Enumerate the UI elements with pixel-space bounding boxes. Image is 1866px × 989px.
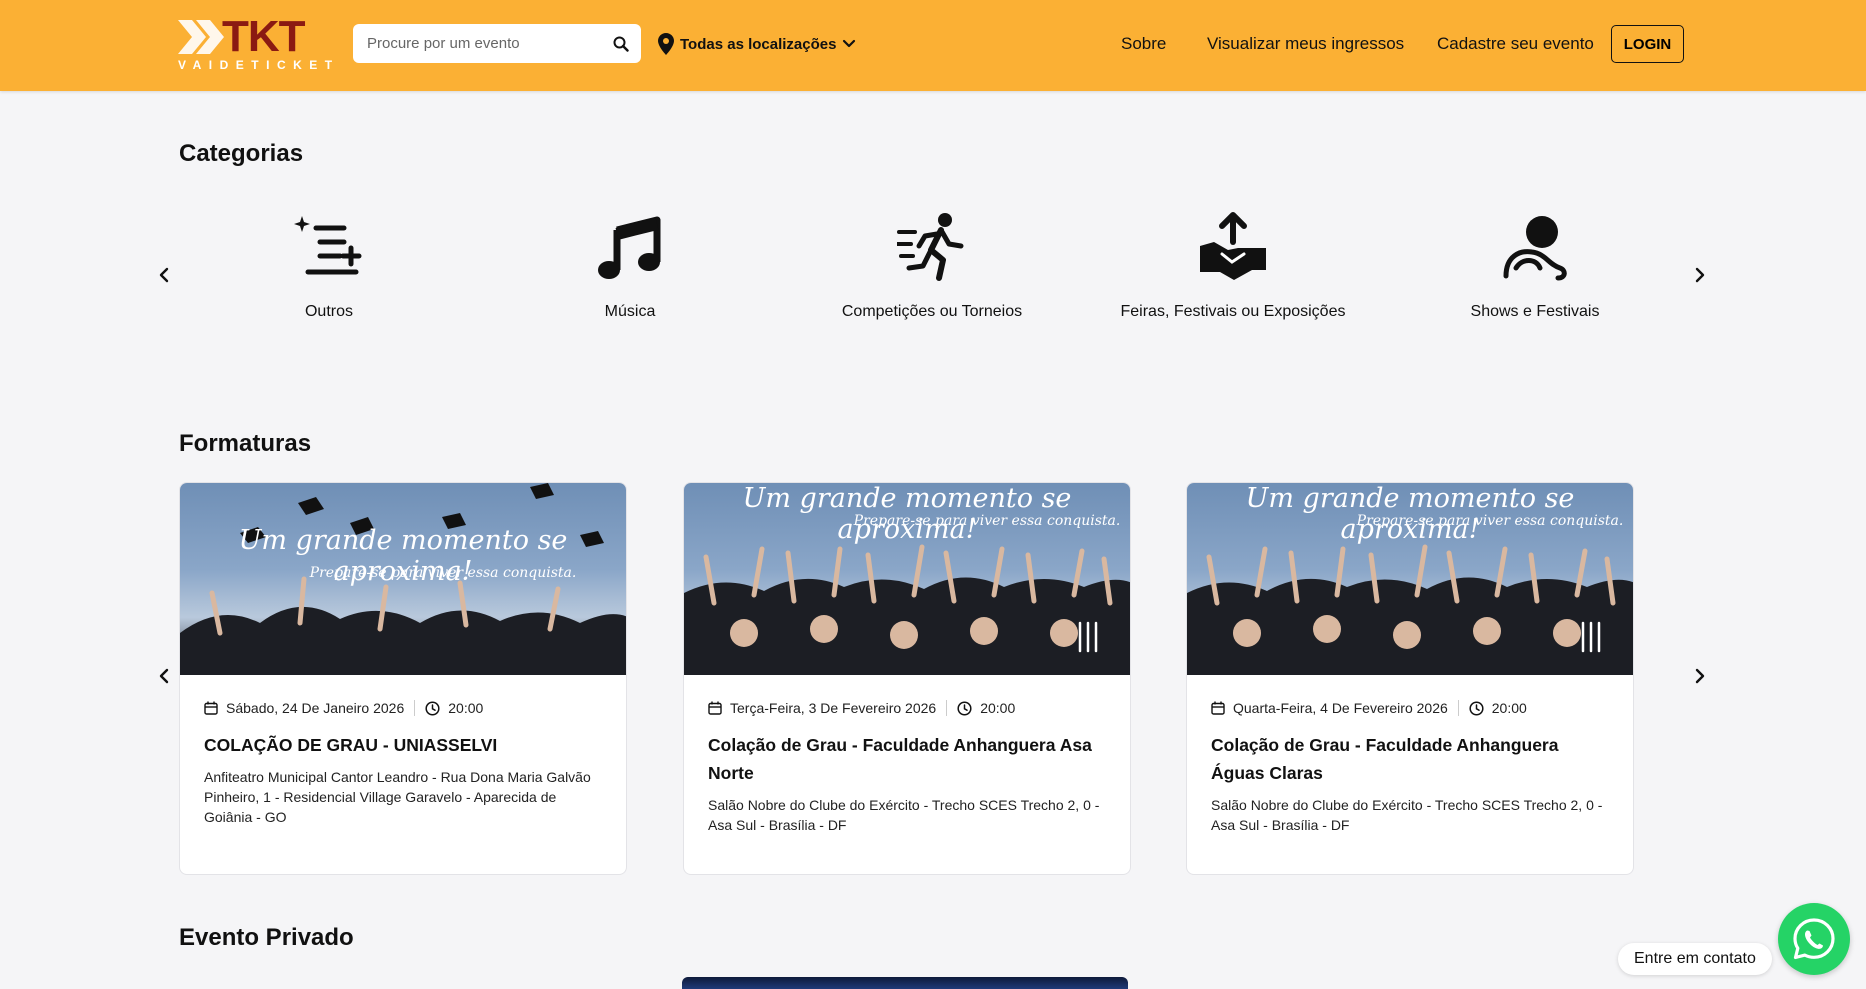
location-selector[interactable]: Todas as localizações: [658, 30, 856, 58]
search-box[interactable]: [353, 24, 641, 63]
running-person-icon: [897, 213, 964, 281]
handshake-icon: [1200, 212, 1266, 280]
category-label: Feiras, Festivais ou Exposições: [1120, 303, 1346, 320]
logo-text: TKT: [222, 12, 306, 61]
meta-divider: [414, 700, 416, 716]
location-label: Todas as localizações: [680, 35, 837, 53]
chevron-down-icon: [843, 39, 856, 48]
event-time: 20:00: [980, 700, 1016, 716]
calendar-icon: [204, 701, 218, 715]
private-event-banner-image[interactable]: [682, 977, 1128, 989]
search-icon[interactable]: [613, 36, 629, 52]
event-card[interactable]: Um grande momento se aproxima! Prepare-s…: [683, 482, 1131, 875]
banner-subline: Prepare-se para viver essa conquista.: [1356, 513, 1624, 529]
formaturas-next-arrow-icon[interactable]: [1690, 666, 1710, 686]
category-label: Shows e Festivais: [1470, 303, 1600, 320]
category-outros[interactable]: Outros: [179, 212, 479, 321]
banner-subline: Prepare-se para viver essa conquista.: [309, 565, 577, 581]
event-title[interactable]: Colação de Grau - Faculdade Anhanguera A…: [708, 731, 1106, 787]
whatsapp-button[interactable]: [1778, 903, 1850, 975]
list-plus-icon: [294, 216, 362, 275]
person-icon: [1503, 216, 1567, 281]
category-shows[interactable]: Shows e Festivais: [1385, 212, 1685, 321]
categories-next-arrow-icon[interactable]: [1690, 265, 1710, 285]
clock-icon: [1469, 700, 1484, 716]
category-label: Outros: [304, 303, 353, 320]
contact-label[interactable]: Entre em contato: [1618, 943, 1772, 975]
search-input[interactable]: [365, 34, 613, 53]
meta-divider: [1457, 700, 1459, 716]
logo-subtext: VAIDETICKET: [178, 58, 340, 72]
event-title[interactable]: Colação de Grau - Faculdade Anhanguera Á…: [1211, 731, 1609, 787]
event-title[interactable]: COLAÇÃO DE GRAU - UNIASSELVI: [204, 731, 602, 759]
category-feiras[interactable]: Feiras, Festivais ou Exposições: [1083, 212, 1383, 321]
event-banner-image: Um grande momento se aproxima! Prepare-s…: [180, 483, 626, 675]
event-banner-image: Um grande momento se aproxima! Prepare-s…: [684, 483, 1130, 675]
evento-privado-title: Evento Privado: [179, 924, 354, 951]
event-time: 20:00: [448, 700, 484, 716]
formaturas-prev-arrow-icon[interactable]: [154, 666, 174, 686]
event-address: Salão Nobre do Clube do Exército - Trech…: [708, 797, 1100, 833]
formaturas-title: Formaturas: [179, 430, 312, 457]
banner-subline: Prepare-se para viver essa conquista.: [853, 513, 1121, 529]
login-button[interactable]: LOGIN: [1611, 25, 1684, 63]
map-pin-icon: [658, 33, 674, 55]
nav-sobre[interactable]: Sobre: [1121, 25, 1166, 63]
event-date: Quarta-Feira, 4 De Fevereiro 2026: [1233, 700, 1448, 716]
event-banner-image: Um grande momento se aproxima! Prepare-s…: [1187, 483, 1633, 675]
nav-cadastre-evento[interactable]: Cadastre seu evento: [1437, 25, 1594, 63]
nav-meus-ingressos[interactable]: Visualizar meus ingressos: [1207, 25, 1404, 63]
music-note-icon: [598, 216, 661, 279]
categories-prev-arrow-icon[interactable]: [154, 265, 174, 285]
meta-divider: [946, 700, 948, 716]
category-competicoes[interactable]: Competições ou Torneios: [782, 212, 1082, 321]
category-musica[interactable]: Música: [480, 212, 780, 321]
event-date: Sábado, 24 De Janeiro 2026: [226, 700, 405, 716]
event-card[interactable]: Um grande momento se aproxima! Prepare-s…: [1186, 482, 1634, 875]
event-card[interactable]: Um grande momento se aproxima! Prepare-s…: [179, 482, 627, 875]
site-logo[interactable]: TKT VAIDETICKET: [178, 12, 340, 72]
event-address: Salão Nobre do Clube do Exército - Trech…: [1211, 797, 1603, 833]
calendar-icon: [708, 701, 722, 715]
top-header: TKT VAIDETICKET Todas as localizações So…: [0, 0, 1866, 91]
categories-title: Categorias: [179, 140, 304, 167]
category-label: Música: [604, 303, 656, 320]
category-label: Competições ou Torneios: [841, 303, 1023, 320]
clock-icon: [957, 700, 972, 716]
event-time: 20:00: [1491, 700, 1527, 716]
event-date: Terça-Feira, 3 De Fevereiro 2026: [730, 700, 937, 716]
whatsapp-icon: [1793, 918, 1835, 960]
event-address: Anfiteatro Municipal Cantor Leandro - Ru…: [204, 769, 591, 825]
calendar-icon: [1211, 701, 1225, 715]
clock-icon: [425, 700, 440, 716]
